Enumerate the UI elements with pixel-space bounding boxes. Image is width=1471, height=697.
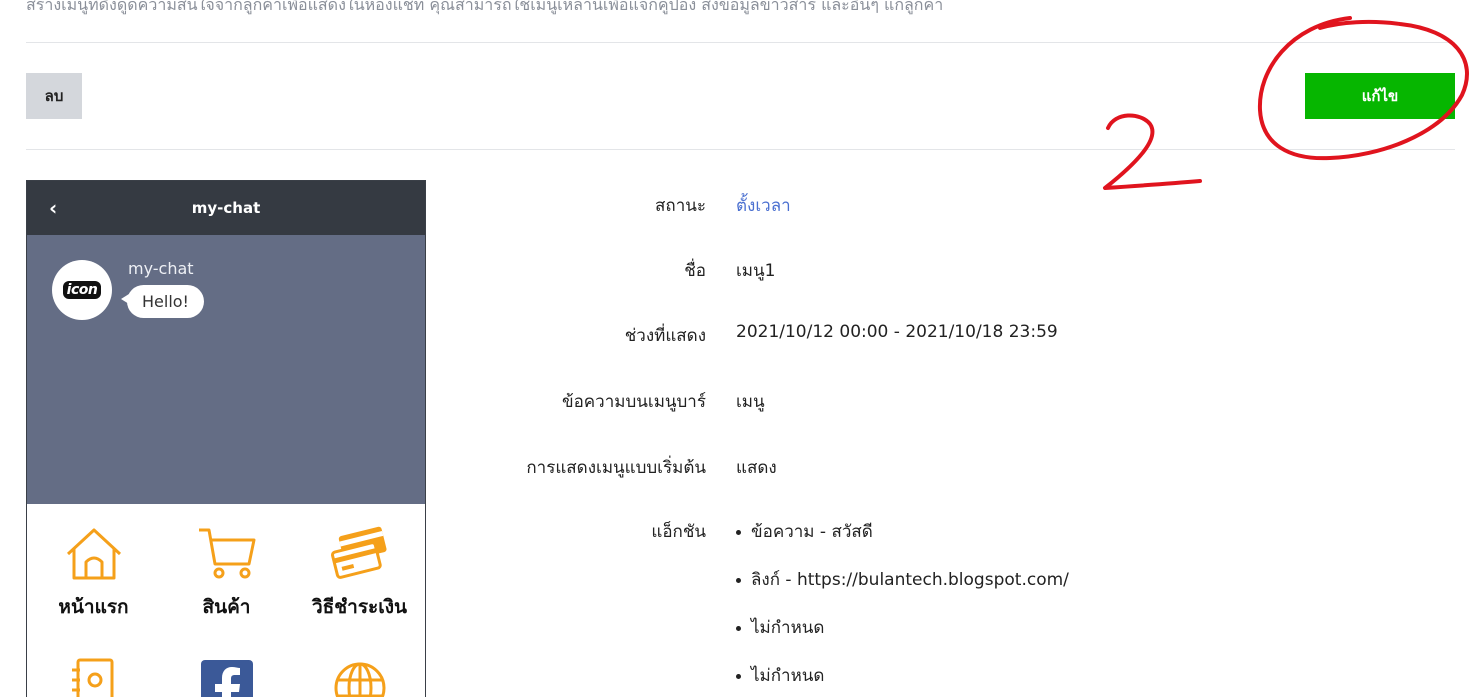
status-value[interactable]: ตั้งเวลา: [736, 192, 791, 219]
rich-menu-preview: ‹ my-chat icon my-chat Hello! หน้าแรก สิ…: [26, 180, 426, 697]
list-item: ไม่กำหนด: [736, 614, 1069, 662]
status-label: สถานะ: [655, 196, 706, 216]
menu-item-label: วิธีชำระเงิน: [312, 596, 407, 618]
cart-icon: [198, 528, 255, 579]
action-text: ไม่กำหนด: [751, 618, 825, 638]
default-display-label: การแสดงเมนูแบบเริ่มต้น: [526, 458, 706, 478]
chat-header: ‹ my-chat: [27, 181, 425, 235]
chevron-left-icon[interactable]: ‹: [49, 196, 57, 220]
credit-card-icon: [330, 526, 387, 579]
menu-item-home[interactable]: หน้าแรก: [27, 526, 160, 622]
action-text: ลิงก์ - https://bulantech.blogspot.com/: [751, 570, 1069, 590]
globe-icon: [334, 662, 385, 697]
divider-top: [26, 42, 1455, 43]
chat-title: my-chat: [191, 199, 261, 217]
detail-period: ช่วงที่แสดง 2021/10/12 00:00 - 2021/10/1…: [440, 322, 1440, 352]
detail-status: สถานะ ตั้งเวลา: [440, 192, 1440, 222]
menu-item-label: หน้าแรก: [58, 596, 129, 618]
menu-item-products[interactable]: สินค้า: [160, 526, 293, 622]
menu-item-label: สินค้า: [202, 596, 251, 618]
period-label: ช่วงที่แสดง: [624, 326, 706, 346]
rich-menu-grid: หน้าแรก สินค้า วิธีชำระเงิน: [27, 504, 425, 697]
action-text: ข้อความ - สวัสดี: [751, 522, 873, 542]
list-item: ลิงก์ - https://bulantech.blogspot.com/: [736, 566, 1069, 614]
detail-default-display: การแสดงเมนูแบบเริ่มต้น แสดง: [440, 454, 1440, 484]
actions-label: แอ็กชัน: [651, 522, 706, 542]
detail-menubar-text: ข้อความบนเมนูบาร์ เมนู: [440, 388, 1440, 418]
menu-item-website[interactable]: [293, 658, 425, 697]
page-description: สร้างเมนูที่ดึงดูดความสนใจจากลูกค้าเพื่อ…: [26, 0, 944, 14]
detail-name: ชื่อ เมนู1: [440, 257, 1440, 287]
divider-toolbar: [26, 149, 1455, 150]
edit-button[interactable]: แก้ไข: [1305, 73, 1455, 119]
bullet-icon: [736, 625, 741, 631]
home-icon: [66, 528, 121, 580]
delete-button[interactable]: ลบ: [26, 73, 82, 119]
menu-item-facebook[interactable]: [160, 658, 293, 697]
chat-area: icon my-chat Hello!: [27, 235, 425, 504]
message-bubble: Hello!: [121, 285, 204, 318]
avatar: icon: [52, 260, 112, 320]
period-value: 2021/10/12 00:00 - 2021/10/18 23:59: [736, 322, 1058, 342]
facebook-icon: [200, 660, 253, 697]
menu-item-payment[interactable]: วิธีชำระเงิน: [293, 526, 425, 622]
bullet-icon: [736, 577, 741, 583]
bullet-icon: [736, 673, 741, 679]
sender-name: my-chat: [128, 259, 194, 278]
action-text: ไม่กำหนด: [751, 666, 825, 686]
name-label: ชื่อ: [684, 261, 706, 281]
list-item: ข้อความ - สวัสดี: [736, 518, 1069, 566]
bullet-icon: [736, 529, 741, 535]
menu-item-contacts[interactable]: [27, 658, 160, 697]
default-display-value: แสดง: [736, 458, 777, 478]
avatar-logo: icon: [62, 281, 102, 299]
menubar-label: ข้อความบนเมนูบาร์: [561, 392, 706, 412]
contact-book-icon: [71, 658, 113, 697]
name-value: เมนู1: [736, 261, 776, 281]
actions-list: ข้อความ - สวัสดี ลิงก์ - https://bulante…: [736, 518, 1069, 697]
menubar-value: เมนู: [736, 392, 765, 412]
annotation-number-2: [1103, 113, 1202, 190]
list-item: ไม่กำหนด: [736, 662, 1069, 697]
annotation-label: 2: [0, 0, 10, 4]
